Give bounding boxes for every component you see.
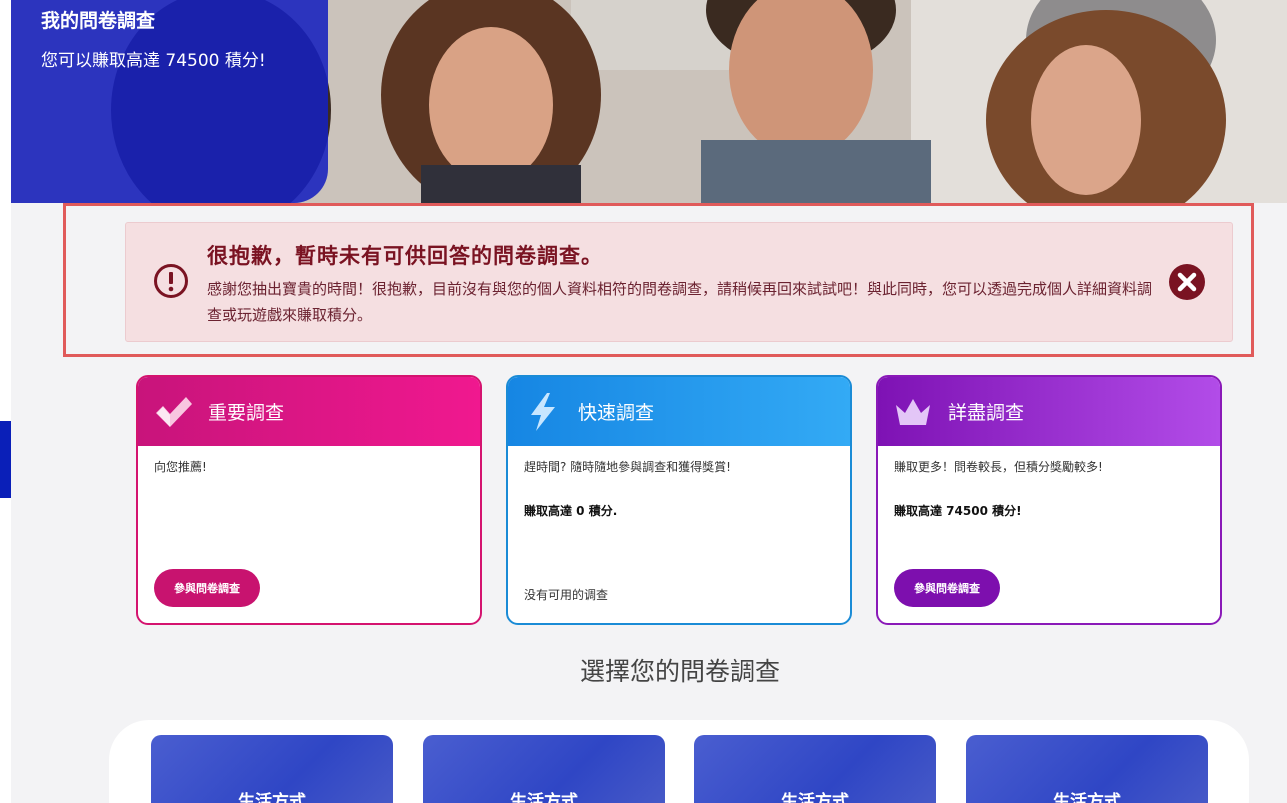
card-header: 詳盡調查 — [878, 377, 1220, 446]
tile-label: 生活方式 — [1053, 792, 1121, 803]
card-description: 賺取更多！問卷較長，但積分獎勵較多! — [894, 460, 1103, 474]
tile-label: 生活方式 — [238, 792, 306, 803]
card-description: 向您推薦! — [154, 460, 207, 474]
crown-icon — [896, 398, 930, 425]
no-survey-text: 没有可用的调查 — [524, 588, 609, 602]
tile-label: 生活方式 — [510, 792, 578, 803]
card-header: 快速調查 — [508, 377, 850, 446]
card-header: 重要調查 — [138, 377, 480, 446]
survey-card-detailed: 詳盡調查 賺取更多！問卷較長，但積分獎勵較多! 賺取高達 74500 積分! 參… — [876, 375, 1222, 625]
hero-info-panel: 我的問卷調查 您可以賺取高達 74500 積分! — [11, 0, 328, 203]
tile-label: 生活方式 — [781, 792, 849, 803]
alert-title: 很抱歉，暫時未有可供回答的問卷調查。 — [207, 244, 603, 268]
survey-card-quick: 快速調查 趕時間? 隨時隨地參與調查和獲得獎賞! 賺取高達 0 積分. 没有可用… — [506, 375, 852, 625]
join-survey-button[interactable]: 參與問卷調查 — [894, 569, 1000, 607]
lightning-bolt-icon — [531, 392, 555, 431]
card-title: 重要調查 — [208, 402, 285, 424]
card-description: 趕時間? 隨時隨地參與調查和獲得獎賞! — [524, 460, 731, 474]
alert-message: 感謝您抽出寶貴的時間！很抱歉，目前沒有與您的個人資料相符的問卷調查，請稍候再回來… — [207, 280, 1153, 324]
page-title: 我的問卷調查 — [41, 10, 156, 32]
join-survey-button[interactable]: 參與問卷調查 — [154, 569, 260, 607]
exclamation-circle-icon — [154, 264, 188, 298]
card-points: 賺取高達 0 積分. — [524, 504, 618, 518]
category-tile-lifestyle[interactable]: 生活方式 — [151, 735, 393, 803]
category-tile-lifestyle[interactable]: 生活方式 — [966, 735, 1208, 803]
category-tile-lifestyle[interactable]: 生活方式 — [423, 735, 665, 803]
survey-card-important: 重要調查 向您推薦! 參與問卷調查 — [136, 375, 482, 625]
points-summary: 您可以賺取高達 74500 積分! — [41, 51, 266, 71]
card-title: 快速調查 — [578, 402, 655, 424]
hero-banner: 我的問卷調查 您可以賺取高達 74500 積分! — [11, 0, 1287, 203]
card-points: 賺取高達 74500 積分! — [894, 504, 1022, 518]
checkmark-icon — [156, 396, 192, 427]
card-title: 詳盡調查 — [948, 402, 1025, 424]
side-feedback-tab[interactable] — [0, 421, 11, 498]
close-circle-icon[interactable] — [1168, 263, 1206, 301]
category-tile-lifestyle[interactable]: 生活方式 — [694, 735, 936, 803]
section-title: 選擇您的問卷調查 — [579, 657, 780, 686]
